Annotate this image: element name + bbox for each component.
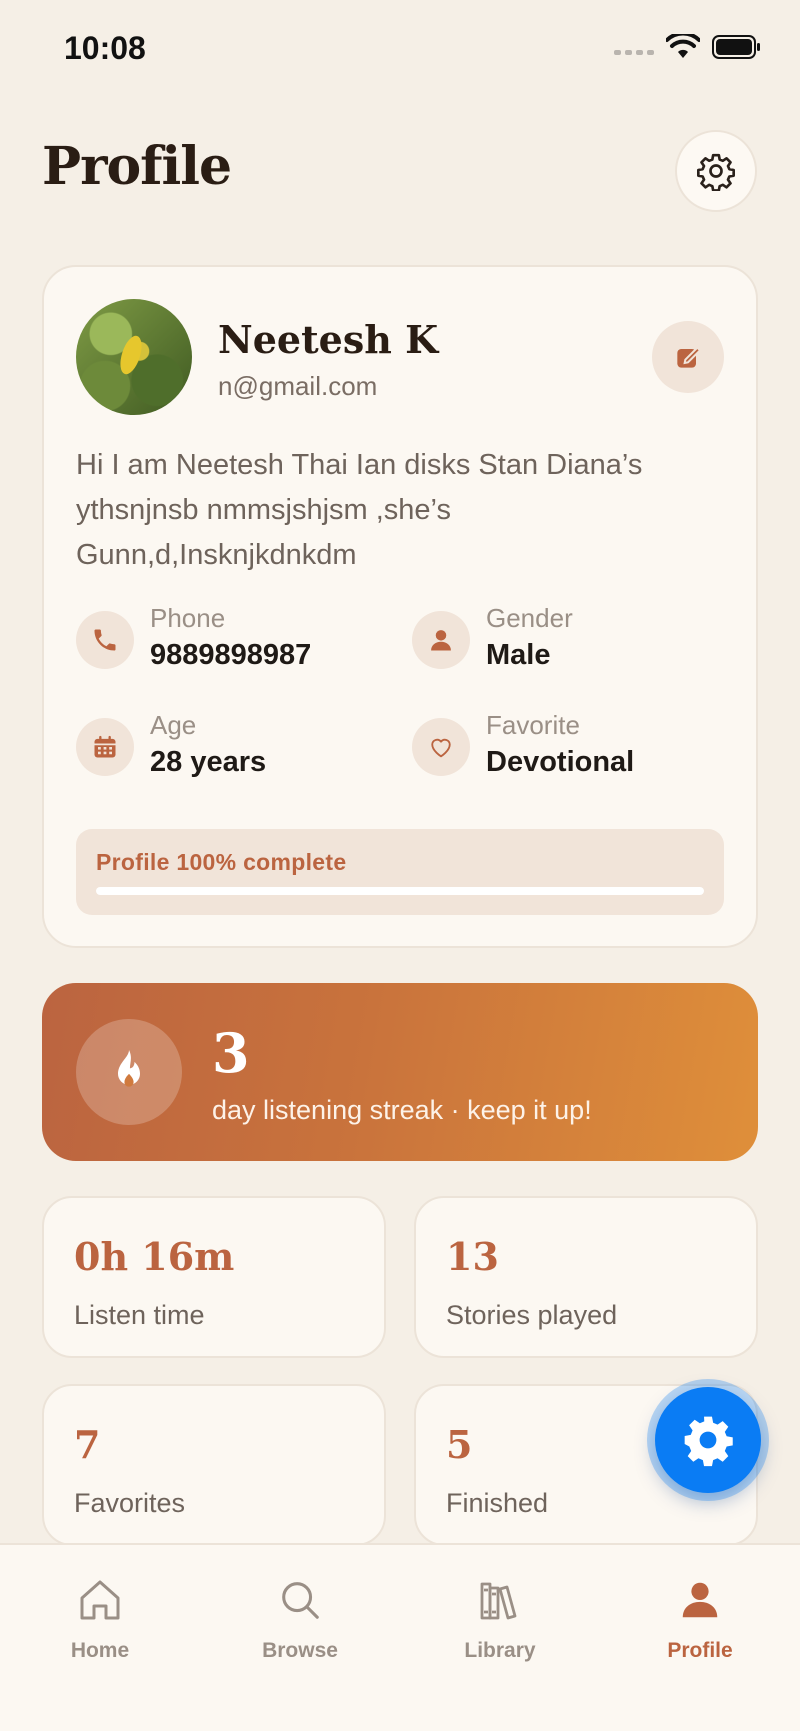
status-bar: 10:08 (0, 0, 800, 100)
stat-value: 13 (446, 1234, 499, 1279)
cellular-signal-icon (614, 49, 654, 55)
settings-button[interactable] (675, 130, 757, 212)
user-name: Neetesh K (218, 317, 439, 362)
streak-count: 3 (212, 1021, 250, 1085)
nav-profile[interactable]: Profile (600, 1575, 800, 1685)
user-email: n@gmail.com (218, 371, 378, 401)
info-label: Gender (486, 603, 573, 633)
heart-icon (431, 738, 451, 758)
info-favorite: Favorite Devotional (412, 710, 732, 780)
page-title: Profile (42, 136, 232, 197)
info-label: Age (150, 710, 197, 740)
home-icon (80, 1580, 120, 1620)
stat-listen-time: 0h 16m Listen time (42, 1196, 386, 1358)
streak-card: 3 day listening streak · keep it up! (42, 983, 758, 1161)
battery-icon (712, 35, 760, 59)
search-icon (282, 1582, 319, 1619)
wifi-icon (666, 34, 700, 58)
favorite-value: Devotional (486, 746, 635, 778)
avatar[interactable] (76, 299, 192, 415)
stat-value: 5 (446, 1422, 473, 1467)
status-icons (614, 34, 762, 60)
gear-icon (684, 1416, 733, 1467)
info-age: Age 28 years (76, 710, 396, 780)
stat-value: 7 (74, 1422, 101, 1467)
stat-favorites: 7 Favorites (42, 1384, 386, 1546)
flame-icon (118, 1050, 140, 1087)
edit-profile-button[interactable] (652, 321, 724, 393)
library-icon (480, 1582, 517, 1620)
profile-completion-bar (96, 887, 704, 895)
nav-label: Library (464, 1639, 536, 1662)
nav-label: Home (70, 1639, 130, 1662)
stat-label: Finished (446, 1488, 549, 1518)
nav-label: Browse (262, 1639, 338, 1662)
stat-stories-played: 13 Stories played (414, 1196, 758, 1358)
stat-label: Listen time (74, 1300, 205, 1330)
floating-settings-button[interactable] (655, 1387, 761, 1493)
nav-browse[interactable]: Browse (200, 1575, 400, 1685)
age-value: 28 years (150, 746, 267, 778)
phone-value: 9889898987 (150, 639, 312, 671)
stat-label: Favorites (74, 1488, 186, 1518)
nav-label: Profile (667, 1639, 733, 1662)
gear-icon (697, 153, 735, 191)
info-label: Favorite (486, 710, 580, 740)
profile-card: Neetesh K n@gmail.com Hi I am Neetesh Th… (42, 265, 758, 948)
info-gender: Gender Male (412, 603, 732, 673)
person-icon (431, 630, 451, 651)
stat-value: 0h 16m (74, 1234, 235, 1279)
profile-completion: Profile 100% complete (76, 829, 724, 915)
edit-icon (677, 346, 702, 368)
stat-label: Stories played (446, 1300, 618, 1330)
person-icon (682, 1582, 718, 1618)
bottom-nav: Home Browse Library Profile (0, 1543, 800, 1731)
profile-completion-fill (96, 887, 704, 895)
profile-completion-label: Profile 100% complete (96, 849, 347, 875)
nav-library[interactable]: Library (400, 1575, 600, 1685)
streak-text: day listening streak · keep it up! (212, 1095, 592, 1125)
info-phone: Phone 9889898987 (76, 603, 396, 673)
gender-value: Male (486, 639, 551, 671)
user-bio: Hi I am Neetesh Thai Ian disks Stan Dian… (76, 449, 643, 571)
calendar-icon (94, 735, 116, 758)
phone-icon (94, 629, 116, 651)
nav-home[interactable]: Home (0, 1575, 200, 1685)
info-label: Phone (150, 603, 226, 633)
status-time: 10:08 (64, 30, 146, 66)
